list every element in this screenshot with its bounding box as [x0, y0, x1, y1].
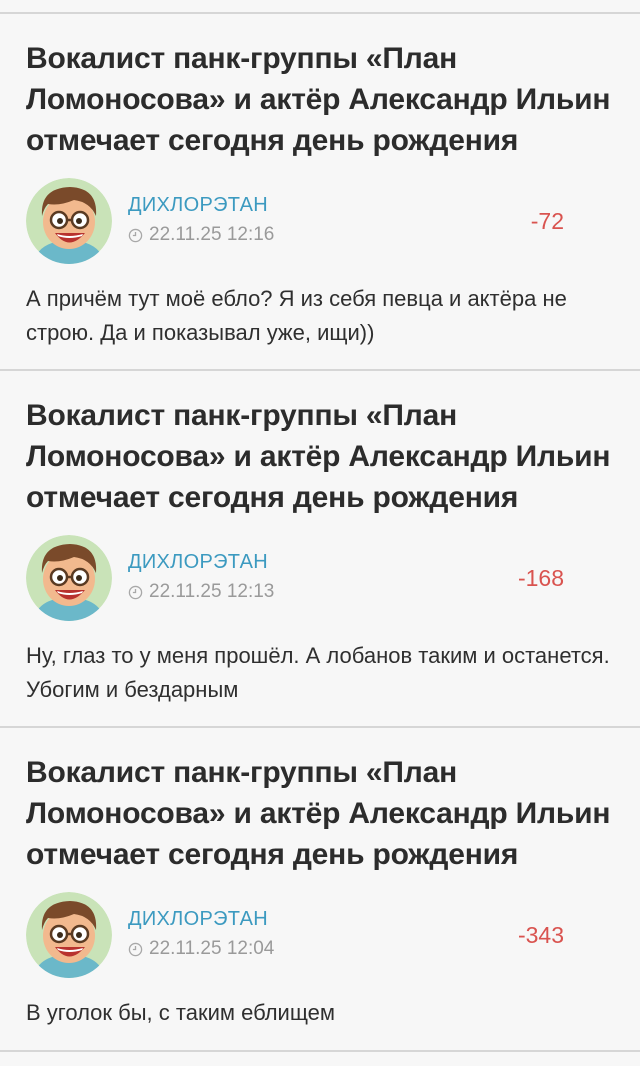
article-title-link[interactable]: Вокалист панк-группы «План Ломоносова» и… — [26, 752, 626, 875]
comment-feed: Вокалист панк-группы «План Ломоносова» и… — [0, 0, 640, 1066]
clock-icon — [128, 228, 143, 242]
article-title-link[interactable]: Вокалист панк-группы «План Ломоносова» и… — [26, 395, 626, 518]
article-title-link[interactable]: Вокалист панк-группы «План Ломоносова» и… — [26, 38, 626, 161]
author-name[interactable]: ДИХЛОРЭТАН — [128, 551, 268, 574]
comment-timestamp: 22.11.25 12:13 — [149, 581, 275, 602]
avatar[interactable] — [26, 178, 112, 264]
divider — [0, 1050, 640, 1052]
comment-meta: 22.11.25 12:04 — [128, 938, 274, 960]
clock-icon — [128, 585, 143, 599]
author-name[interactable]: ДИХЛОРЭТАН — [128, 194, 268, 217]
comment-timestamp: 22.11.25 12:04 — [149, 938, 275, 959]
comment-text: Ну, глаз то у меня прошёл. А лобанов так… — [26, 643, 610, 702]
avatar[interactable] — [26, 535, 112, 621]
avatar-image — [26, 178, 112, 264]
comment-rating: -168 — [517, 565, 564, 591]
comment-meta: 22.11.25 12:13 — [128, 581, 274, 603]
avatar-image — [26, 892, 112, 978]
comment-rating: -72 — [530, 208, 564, 234]
avatar-image — [26, 535, 112, 621]
comment-card: Вокалист панк-группы «План Ломоносова» и… — [0, 371, 640, 726]
avatar[interactable] — [26, 892, 112, 978]
comment-text: А причём тут моё ебло? Я из себя певца и… — [26, 286, 567, 345]
comment-meta: 22.11.25 12:16 — [128, 224, 274, 246]
author-name[interactable]: ДИХЛОРЭТАН — [128, 908, 268, 931]
clock-icon — [128, 942, 143, 956]
comment-card: Вокалист панк-группы «План Ломоносова» и… — [0, 14, 640, 369]
comment-card: Вокалист панк-группы «План Ломоносова» и… — [0, 728, 640, 1066]
comment-timestamp: 22.11.25 12:16 — [149, 224, 275, 245]
comment-rating: -343 — [517, 922, 564, 948]
comment-text: В уголок бы, с таким еблищем — [26, 1000, 336, 1025]
